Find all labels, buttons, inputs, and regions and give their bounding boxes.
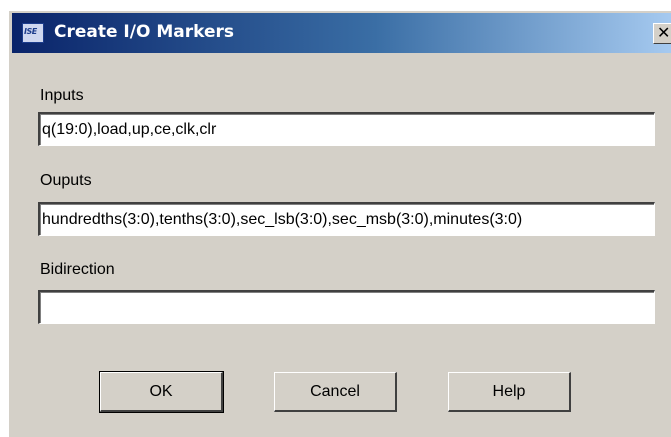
ise-app-icon: ISE	[22, 23, 44, 43]
bidirection-field[interactable]	[38, 290, 655, 324]
inputs-field[interactable]	[38, 112, 655, 146]
ok-button[interactable]: OK	[99, 371, 224, 413]
outputs-field[interactable]	[38, 202, 655, 236]
app-icon-text: ISE	[24, 27, 37, 36]
cancel-button[interactable]: Cancel	[274, 372, 397, 412]
bidirection-label: Bidirection	[40, 261, 115, 278]
outputs-label: Ouputs	[40, 172, 92, 189]
inputs-label: Inputs	[40, 87, 84, 104]
window-title: Create I/O Markers	[54, 22, 234, 42]
title-bar[interactable]: ISE Create I/O Markers ✕	[12, 13, 671, 53]
close-icon: ✕	[657, 23, 671, 42]
help-button[interactable]: Help	[448, 372, 571, 412]
create-io-markers-dialog: ISE Create I/O Markers ✕ Inputs Ouputs B…	[8, 10, 671, 437]
close-button[interactable]: ✕	[653, 23, 671, 44]
